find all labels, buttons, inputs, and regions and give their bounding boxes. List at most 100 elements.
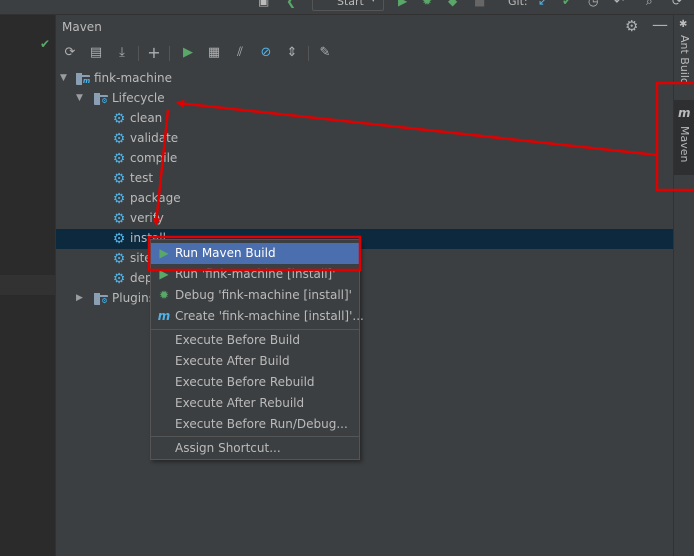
coverage-icon[interactable]: ◆ (448, 0, 457, 8)
download-icon[interactable]: ⤓ (113, 44, 131, 62)
expand-arrow-icon[interactable]: ▼ (76, 93, 86, 103)
collapse-all-icon[interactable]: ⇕ (283, 44, 301, 62)
highlighted-editor-line (0, 275, 55, 295)
run-icon[interactable]: ▶ (398, 0, 407, 8)
tree-node-goal[interactable]: ⚙ clean (56, 109, 673, 129)
tree-node-label: validate (130, 131, 179, 145)
tree-node-label: clean (130, 111, 163, 125)
tree-node-plugins[interactable]: ▶ ⚙ Plugins (56, 289, 673, 309)
tree-node-label: Lifecycle (112, 91, 165, 105)
chevron-down-icon: ▾ (371, 0, 376, 5)
tree-node-goal[interactable]: ⚙ compile (56, 149, 673, 169)
checkmark-icon: ✔ (40, 37, 51, 51)
menu-item-run-config[interactable]: ▶ Run 'fink-machine [install]' (151, 264, 359, 285)
run-config-label: Start (337, 0, 364, 8)
menu-item-run-maven-build[interactable]: ▶ Run Maven Build (151, 243, 359, 264)
menu-item-label: Create 'fink-machine [install]'... (175, 309, 364, 323)
menu-item-execute-before-rebuild[interactable]: Execute Before Rebuild (151, 372, 359, 393)
menu-item-label: Execute Before Rebuild (175, 375, 315, 389)
menu-item-debug-config[interactable]: ✹ Debug 'fink-machine [install]' (151, 285, 359, 306)
settings-wrench-icon[interactable]: ✎ (316, 44, 334, 62)
main-toolbar: ▣ ❮ Start ▾ ▶ ✹ ◆ ■ Git: ↙ ✔ ◷ ↶ ⌕ ⟳ (0, 0, 694, 15)
menu-item-execute-after-rebuild[interactable]: Execute After Rebuild (151, 393, 359, 414)
collapse-arrow-icon[interactable]: ▶ (76, 293, 86, 303)
history-icon[interactable]: ◷ (588, 0, 598, 8)
menu-item-create-config[interactable]: m Create 'fink-machine [install]'... (151, 306, 364, 327)
tree-node-goal-selected[interactable]: ⚙ install (56, 229, 673, 249)
menu-item-label: Execute After Rebuild (175, 396, 305, 410)
vcs-commit-icon[interactable]: ✔ (562, 0, 572, 8)
menu-item-assign-shortcut[interactable]: Assign Shortcut... (151, 438, 359, 459)
maven-toolbar: ⟳ ▤ ⤓ + ▶ ▦ ⫽ ⊘ ⇕ ✎ (56, 40, 673, 66)
menu-item-label: Execute Before Build (175, 333, 300, 347)
sync-icon[interactable]: ⟳ (672, 0, 682, 8)
maven-tree: ▼ m fink-machine ▼ ⚙ Lifecycle ⚙ clean ⚙… (56, 67, 673, 556)
toggle-offline-icon[interactable]: ⫽ (231, 44, 249, 62)
menu-item-execute-before-build[interactable]: Execute Before Build (151, 330, 359, 351)
tree-node-lifecycle[interactable]: ▼ ⚙ Lifecycle (56, 89, 673, 109)
tree-node-root[interactable]: ▼ m fink-machine (56, 69, 673, 89)
toolbar-separator (308, 46, 309, 61)
search-icon[interactable]: ⌕ (646, 0, 653, 9)
menu-separator (151, 436, 359, 437)
menu-item-label: Run 'fink-machine [install]' (175, 267, 336, 281)
revert-icon[interactable]: ↶ (614, 0, 624, 8)
maven-tool-window: Maven ⚙ — ⟳ ▤ ⤓ + ▶ ▦ ⫽ ⊘ ⇕ ✎ ▼ m fink-m… (56, 15, 673, 556)
tree-node-label: site (130, 251, 152, 265)
context-menu: ▶ Run Maven Build ▶ Run 'fink-machine [i… (150, 239, 364, 460)
menu-item-execute-before-run[interactable]: Execute Before Run/Debug... (151, 414, 359, 435)
tree-node-goal[interactable]: ⚙ package (56, 189, 673, 209)
run-icon[interactable]: ▶ (179, 44, 197, 62)
tree-node-goal[interactable]: ⚙ verify (56, 209, 673, 229)
menu-item-label: Debug 'fink-machine [install]' (175, 288, 352, 302)
folder-icon: ⚙ (94, 92, 110, 105)
tree-node-label: compile (130, 151, 178, 165)
build-icon[interactable]: ▣ (258, 0, 269, 8)
add-icon[interactable]: + (145, 44, 163, 62)
ant-icon: ✱ (679, 19, 688, 30)
debug-icon[interactable]: ✹ (422, 0, 432, 8)
menu-item-execute-after-build[interactable]: Execute After Build (151, 351, 359, 372)
expand-arrow-icon[interactable]: ▼ (60, 73, 70, 83)
panel-title: Maven (62, 20, 102, 34)
gear-icon: ⚙ (112, 271, 126, 287)
tree-node-goal[interactable]: ⚙ validate (56, 129, 673, 149)
menu-item-label: Assign Shortcut... (175, 441, 281, 455)
gear-icon[interactable]: ⚙ (625, 17, 638, 35)
skip-tests-icon[interactable]: ⊘ (257, 44, 275, 62)
stop-icon[interactable]: ■ (474, 0, 485, 8)
right-tool-strip: ✱ Ant Build m Maven (673, 15, 694, 556)
gear-icon: ⚙ (112, 131, 126, 147)
gear-icon: ⚙ (112, 111, 126, 127)
reload-icon[interactable]: ⟳ (61, 44, 79, 62)
tree-node-goal[interactable]: ⚙ deploy (56, 269, 673, 289)
tab-label: Maven (678, 126, 691, 163)
tab-label: Ant Build (678, 35, 691, 85)
tree-node-label: fink-machine (94, 71, 173, 85)
menu-item-label: Execute Before Run/Debug... (175, 417, 348, 431)
run-config-select[interactable]: Start ▾ (312, 0, 384, 11)
build-arrow-icon[interactable]: ❮ (286, 0, 296, 8)
editor-gutter: ✔ (0, 15, 56, 556)
gear-icon: ⚙ (112, 211, 126, 227)
maven-m-icon: m (157, 309, 171, 323)
generate-sources-icon[interactable]: ▤ (87, 44, 105, 62)
tab-maven[interactable]: m Maven (674, 100, 694, 175)
tab-ant-build[interactable]: ✱ Ant Build (674, 19, 694, 99)
vcs-update-icon[interactable]: ↙ (538, 0, 548, 8)
debug-bug-icon: ✹ (158, 288, 170, 302)
folder-icon: ⚙ (94, 292, 110, 305)
minimize-icon[interactable]: — (652, 15, 668, 34)
tree-node-label: package (130, 191, 181, 205)
tree-node-goal[interactable]: ⚙ test (56, 169, 673, 189)
toolbar-separator (169, 46, 170, 61)
run-icon: ▶ (159, 267, 169, 281)
tree-node-label: Plugins (112, 291, 155, 305)
toolbar-separator (138, 46, 139, 61)
tree-node-label: test (130, 171, 154, 185)
gear-icon: ⚙ (112, 191, 126, 207)
execute-goal-icon[interactable]: ▦ (205, 44, 223, 62)
gear-icon: ⚙ (112, 231, 126, 247)
tree-node-goal[interactable]: ⚙ site (56, 249, 673, 269)
run-icon: ▶ (159, 246, 169, 260)
